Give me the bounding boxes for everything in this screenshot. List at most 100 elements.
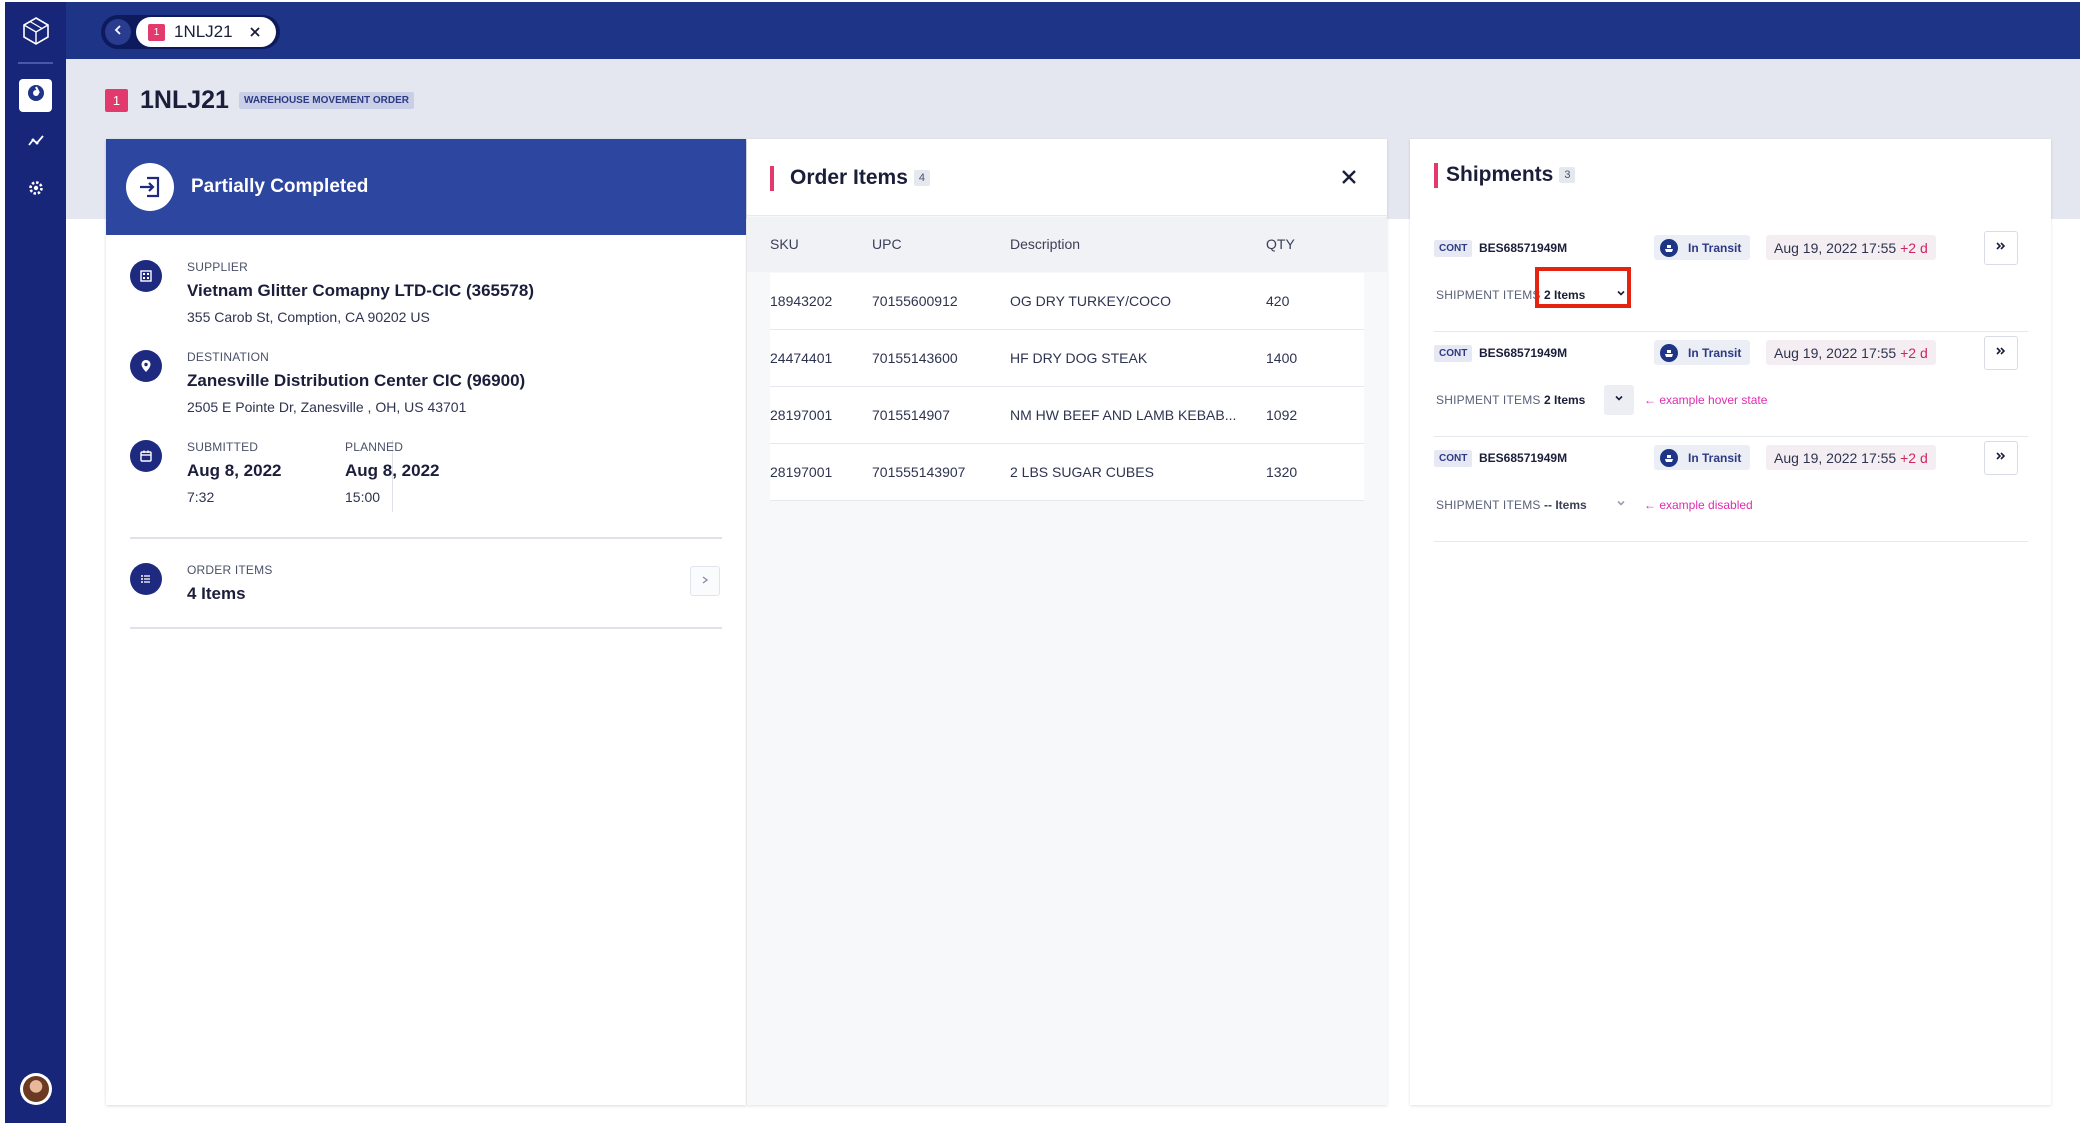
status-text: In Transit xyxy=(1688,450,1742,465)
app-logo-icon[interactable] xyxy=(21,16,51,46)
building-icon xyxy=(130,260,162,292)
shipment-row: CONT BES68571949M In Transit Aug 19, 202… xyxy=(1434,437,2028,542)
status-badge: In Transit xyxy=(1654,340,1750,365)
close-panel-button[interactable] xyxy=(1338,168,1360,190)
sidebar-divider xyxy=(18,62,53,64)
chevron-down-icon xyxy=(1613,391,1625,409)
supplier-name: Vietnam Glitter Comapny LTD-CIC (365578) xyxy=(187,281,535,300)
cell-qty: 1092 xyxy=(1266,407,1298,423)
status-text: In Transit xyxy=(1688,345,1742,360)
tab-order[interactable]: 1 1NLJ21 xyxy=(136,17,276,47)
order-items-open-button[interactable] xyxy=(690,566,720,596)
sidebar-item-settings[interactable] xyxy=(19,174,52,207)
chevron-left-icon xyxy=(112,23,124,41)
order-type-tag: WAREHOUSE MOVEMENT ORDER xyxy=(238,92,414,109)
hover-state-note: ← example hover state xyxy=(1644,393,1768,407)
ship-icon xyxy=(1660,238,1678,257)
back-button[interactable] xyxy=(105,19,131,45)
table-row[interactable]: 28197001 7015514907 NM HW BEEF AND LAMB … xyxy=(770,387,1364,444)
destination-label: DESTINATION xyxy=(187,350,269,364)
open-shipment-button[interactable] xyxy=(1984,231,2018,265)
planned-time: 15:00 xyxy=(345,489,381,505)
order-items-title: Order Items 4 xyxy=(790,166,931,190)
shipment-row: CONT BES68571949M In Transit Aug 19, 202… xyxy=(1434,332,2028,437)
shipment-row: CONT BES68571949M In Transit Aug 19, 202… xyxy=(1434,227,2028,332)
submitted-date: Aug 8, 2022 xyxy=(187,461,282,480)
cell-upc: 70155143600 xyxy=(872,350,958,366)
ship-icon xyxy=(1660,343,1678,362)
analytics-icon xyxy=(27,132,45,155)
shipment-items-label: SHIPMENT ITEMS xyxy=(1436,288,1541,302)
cell-qty: 420 xyxy=(1266,293,1290,309)
accent-bar xyxy=(770,166,774,191)
shipment-id[interactable]: BES68571949M xyxy=(1479,241,1567,255)
chevron-right-icon xyxy=(700,572,710,590)
table-row[interactable]: 18943202 70155600912 OG DRY TURKEY/COCO … xyxy=(770,273,1364,330)
cell-sku: 18943202 xyxy=(770,293,833,309)
shipment-items-value[interactable]: 2 Items xyxy=(1544,393,1585,407)
column-header-upc[interactable]: UPC xyxy=(872,236,902,252)
cell-sku: 28197001 xyxy=(770,464,833,480)
submitted-label: SUBMITTED xyxy=(187,440,259,454)
column-header-qty[interactable]: QTY xyxy=(1266,236,1295,252)
column-header-sku[interactable]: SKU xyxy=(770,236,799,252)
table-row[interactable]: 24474401 70155143600 HF DRY DOG STEAK 14… xyxy=(770,330,1364,387)
order-summary-card: Partially Completed SUPPLIER Vietnam Gli… xyxy=(106,139,746,1105)
eta-text: Aug 19, 2022 17:55 xyxy=(1774,345,1897,361)
shipments-title-text: Shipments xyxy=(1446,163,1554,186)
user-avatar[interactable] xyxy=(20,1073,52,1105)
sidebar-item-dashboard[interactable] xyxy=(19,79,52,112)
tab-label: 1NLJ21 xyxy=(174,22,233,41)
calendar-icon xyxy=(130,440,162,472)
order-items-title-text: Order Items xyxy=(790,166,908,189)
submitted-block: SUBMITTED Aug 8, 2022 7:32 xyxy=(187,440,282,505)
cell-description: OG DRY TURKEY/COCO xyxy=(1010,293,1172,309)
destination-address: 2505 E Pointe Dr, Zanesville , OH, US 43… xyxy=(187,399,467,415)
shipment-items-value: -- Items xyxy=(1544,498,1587,512)
close-icon[interactable] xyxy=(246,23,264,41)
delay-text: +2 d xyxy=(1900,450,1928,466)
open-shipment-button[interactable] xyxy=(1984,336,2018,370)
order-items-summary[interactable]: ORDER ITEMS 4 Items xyxy=(130,563,273,604)
shipments-count: 3 xyxy=(1559,167,1576,184)
order-items-label: ORDER ITEMS xyxy=(187,563,273,577)
settings-icon xyxy=(27,179,45,202)
shipments-panel: Shipments 3 CONT BES68571949M In Transit … xyxy=(1410,139,2051,1105)
order-items-count: 4 xyxy=(913,170,931,187)
eta-text: Aug 19, 2022 17:55 xyxy=(1774,240,1897,256)
eta-badge: Aug 19, 2022 17:55 +2 d xyxy=(1766,235,1936,260)
planned-label: PLANNED xyxy=(345,440,404,454)
entry-arrow-icon xyxy=(126,163,174,211)
open-shipment-button[interactable] xyxy=(1984,441,2018,475)
column-header-description[interactable]: Description xyxy=(1010,236,1080,252)
table-row[interactable]: 28197001 701555143907 2 LBS SUGAR CUBES … xyxy=(770,444,1364,501)
table-header: SKU UPC Description QTY xyxy=(747,217,1387,272)
list-icon xyxy=(130,563,162,595)
shipment-items-dropdown[interactable] xyxy=(1604,385,1634,415)
supplier-address: 355 Carob St, Comption, CA 90202 US xyxy=(187,309,430,325)
order-items-value: 4 Items xyxy=(187,584,246,603)
cell-description: NM HW BEEF AND LAMB KEBAB... xyxy=(1010,407,1237,423)
double-chevron-right-icon xyxy=(1995,239,2007,257)
shipments-title: Shipments 3 xyxy=(1446,163,1576,187)
shipment-items-dropdown-disabled xyxy=(1606,490,1636,520)
cell-sku: 28197001 xyxy=(770,407,833,423)
shipment-items-label: SHIPMENT ITEMS xyxy=(1436,498,1541,512)
shipment-items-label: SHIPMENT ITEMS xyxy=(1436,393,1541,407)
page-title: 1 1NLJ21 WAREHOUSE MOVEMENT ORDER xyxy=(105,86,414,115)
ship-icon xyxy=(1660,448,1678,467)
sidebar-item-analytics[interactable] xyxy=(19,127,52,160)
eta-badge: Aug 19, 2022 17:55 +2 d xyxy=(1766,340,1936,365)
tab-strip: 1 1NLJ21 xyxy=(101,15,280,49)
shipment-id[interactable]: BES68571949M xyxy=(1479,346,1567,360)
double-chevron-right-icon xyxy=(1995,344,2007,362)
shipment-id[interactable]: BES68571949M xyxy=(1479,451,1567,465)
planned-date: Aug 8, 2022 xyxy=(345,461,440,480)
supplier-section: SUPPLIER Vietnam Glitter Comapny LTD-CIC… xyxy=(130,260,534,325)
eta-text: Aug 19, 2022 17:55 xyxy=(1774,450,1897,466)
supplier-label: SUPPLIER xyxy=(187,260,248,274)
dates-section: SUBMITTED Aug 8, 2022 7:32 PLANNED Aug 8… xyxy=(130,440,587,512)
double-chevron-right-icon xyxy=(1995,449,2007,467)
status-header: Partially Completed xyxy=(106,139,746,235)
page-number-badge: 1 xyxy=(105,89,128,112)
